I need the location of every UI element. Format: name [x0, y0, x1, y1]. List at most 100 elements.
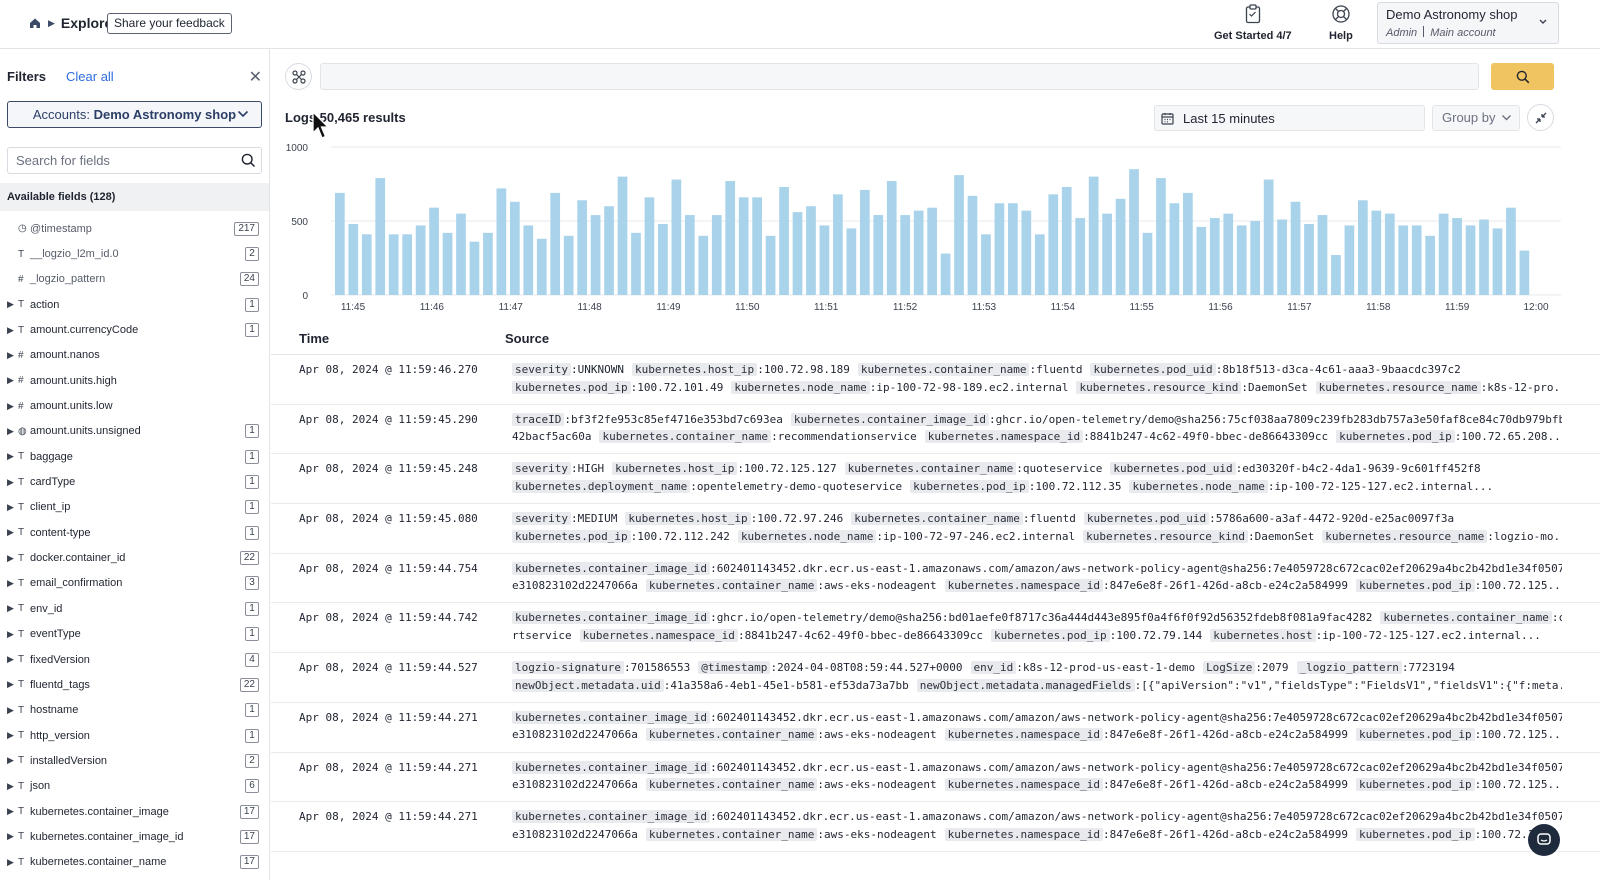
log-field-key[interactable]: kubernetes.pod_ip — [1336, 430, 1455, 444]
log-field-key[interactable]: kubernetes.node_name — [737, 529, 877, 543]
log-field-key[interactable]: kubernetes.container_name — [645, 827, 818, 841]
log-field-key[interactable]: severity — [512, 462, 571, 476]
field-item[interactable]: ▶ Tdocker.container_id 22 — [0, 545, 269, 570]
log-field-key[interactable]: kubernetes.container_name — [857, 363, 1030, 376]
log-field-key[interactable]: @timestamp — [698, 661, 771, 675]
log-field-key[interactable]: kubernetes.pod_uid — [1110, 462, 1236, 476]
log-field-key[interactable]: kubernetes.namespace_id — [924, 430, 1084, 444]
log-row[interactable]: Apr 08, 2024 @ 11:59:44.271 kubernetes.co… — [271, 802, 1600, 852]
log-field-key[interactable]: kubernetes.resource_name — [1315, 380, 1481, 394]
field-item[interactable]: ▶ TeventType 1 — [0, 622, 269, 647]
log-field-key[interactable]: newObject.metadata.uid — [512, 678, 664, 692]
log-row[interactable]: Apr 08, 2024 @ 11:59:44.527 logzio-signat… — [271, 653, 1600, 703]
field-item[interactable]: ▶ # amount.units.high — [0, 368, 269, 393]
field-item[interactable]: ▶ Temail_confirmation 3 — [0, 571, 269, 596]
log-row[interactable]: Apr 08, 2024 @ 11:59:44.271 kubernetes.co… — [271, 753, 1600, 803]
expand-icon[interactable]: ▶ — [7, 401, 14, 412]
accounts-dropdown[interactable]: Accounts: Demo Astronomy shop — [7, 101, 262, 128]
collapse-chart-button[interactable] — [1527, 104, 1554, 131]
field-item[interactable]: ▶ Tkubernetes.container_image 17 — [0, 799, 269, 824]
field-item[interactable]: ▶ Tclient_ip 1 — [0, 495, 269, 520]
field-item[interactable]: ▶ Tjson 6 — [0, 774, 269, 799]
get-started-button[interactable]: Get Started 4/7 — [1214, 4, 1292, 42]
log-field-key[interactable]: severity — [512, 512, 571, 526]
expand-icon[interactable]: ▶ — [7, 451, 14, 462]
expand-icon[interactable]: ▶ — [7, 603, 14, 614]
field-item[interactable]: ▶ TcardType 1 — [0, 469, 269, 494]
log-field-key[interactable]: kubernetes.pod_ip — [1356, 728, 1475, 742]
expand-icon[interactable]: ▶ — [7, 679, 14, 690]
log-field-key[interactable]: kubernetes.container_name — [645, 579, 818, 593]
log-field-key[interactable]: kubernetes.namespace_id — [944, 778, 1103, 791]
log-field-key[interactable]: severity — [512, 363, 571, 376]
expand-icon[interactable]: ▶ — [7, 578, 14, 589]
log-field-key[interactable]: kubernetes.deployment_name — [512, 479, 691, 493]
log-field-key[interactable]: kubernetes.pod_ip — [512, 380, 631, 394]
log-field-key[interactable]: traceID — [512, 412, 565, 426]
log-field-key[interactable]: kubernetes.namespace_id — [944, 728, 1103, 742]
field-item[interactable]: ▶ Tcontent-type 1 — [0, 520, 269, 545]
run-search-button[interactable] — [1491, 63, 1554, 90]
log-field-key[interactable]: kubernetes.resource_kind — [1083, 529, 1249, 543]
log-field-key[interactable]: kubernetes.container_image_id — [512, 611, 711, 625]
group-by-dropdown[interactable]: Group by — [1432, 105, 1520, 131]
time-range-picker[interactable]: Last 15 minutes — [1154, 105, 1425, 131]
log-field-key[interactable]: _logzio_pattern — [1296, 661, 1402, 675]
field-item[interactable]: ◷ @timestamp 217 — [0, 216, 269, 241]
expand-icon[interactable]: ▶ — [7, 629, 14, 640]
log-field-key[interactable]: kubernetes.pod_ip — [910, 479, 1029, 493]
log-field-key[interactable]: kubernetes.node_name — [731, 380, 870, 394]
log-field-key[interactable]: kubernetes.container_name — [645, 778, 818, 791]
field-item[interactable]: ▶ ◍ amount.units.unsigned 1 — [0, 419, 269, 444]
log-field-key[interactable]: kubernetes.container_name — [599, 430, 772, 444]
expand-icon[interactable]: ▶ — [7, 502, 14, 513]
log-row[interactable]: Apr 08, 2024 @ 11:59:44.754 kubernetes.co… — [271, 554, 1600, 604]
log-field-key[interactable]: newObject.metadata.managedFields — [916, 678, 1135, 692]
chat-support-button[interactable] — [1528, 824, 1560, 856]
log-field-key[interactable]: kubernetes.host — [1210, 628, 1316, 642]
expand-icon[interactable]: ▶ — [7, 806, 14, 817]
clear-all-link[interactable]: Clear all — [66, 69, 114, 84]
expand-icon[interactable]: ▶ — [7, 654, 14, 665]
expand-icon[interactable]: ▶ — [7, 553, 14, 564]
expand-icon[interactable]: ▶ — [7, 730, 14, 741]
log-row[interactable]: Apr 08, 2024 @ 11:59:45.290 traceID:bf3f2… — [271, 405, 1600, 455]
log-field-key[interactable]: kubernetes.pod_ip — [1356, 579, 1475, 593]
expand-icon[interactable]: ▶ — [7, 755, 14, 766]
field-item[interactable]: ▶ TinstalledVersion 2 — [0, 748, 269, 773]
expand-icon[interactable]: ▶ — [7, 375, 14, 386]
log-field-key[interactable]: kubernetes.container_name — [851, 512, 1023, 526]
field-item[interactable]: T __logzio_l2m_id.0 2 — [0, 241, 269, 266]
query-builder-button[interactable] — [285, 63, 312, 90]
log-field-key[interactable]: kubernetes.container_image_id — [512, 561, 711, 575]
field-item[interactable]: ▶ # amount.units.low — [0, 393, 269, 418]
home-icon[interactable] — [28, 16, 42, 30]
log-field-key[interactable]: logzio-signature — [512, 661, 624, 675]
log-field-key[interactable]: kubernetes.pod_ip — [1356, 778, 1475, 791]
help-button[interactable]: Help — [1329, 4, 1353, 42]
field-search-input[interactable] — [7, 147, 262, 174]
field-item[interactable]: ▶ Tenv_id 1 — [0, 596, 269, 621]
field-item[interactable]: ▶ Tkubernetes.container_image_id 17 — [0, 824, 269, 849]
field-item[interactable]: ▶ Tbaggage 1 — [0, 444, 269, 469]
field-item[interactable]: ▶ Thttp_version 1 — [0, 723, 269, 748]
field-item[interactable]: ▶ Tamount.currencyCode 1 — [0, 317, 269, 342]
log-field-key[interactable]: kubernetes.container_image_id — [512, 710, 711, 724]
log-field-key[interactable]: kubernetes.pod_ip — [990, 628, 1110, 642]
expand-icon[interactable]: ▶ — [7, 705, 14, 716]
log-field-key[interactable]: kubernetes.pod_uid — [1090, 363, 1216, 376]
column-source[interactable]: Source — [505, 331, 549, 346]
column-time[interactable]: Time — [299, 331, 329, 346]
expand-icon[interactable]: ▶ — [7, 781, 14, 792]
log-field-key[interactable]: kubernetes.resource_name — [1322, 529, 1488, 543]
field-item[interactable]: ▶ # amount.nanos — [0, 343, 269, 368]
log-field-key[interactable]: env_id — [970, 661, 1017, 675]
log-field-key[interactable]: kubernetes.pod_ip — [512, 529, 631, 543]
expand-icon[interactable]: ▶ — [7, 299, 14, 310]
close-icon[interactable]: ✕ — [249, 67, 262, 87]
log-field-key[interactable]: kubernetes.host_ip — [631, 363, 758, 376]
field-item[interactable]: ▶ TfixedVersion 4 — [0, 647, 269, 672]
log-field-key[interactable]: kubernetes.container_name — [1380, 611, 1552, 625]
log-field-key[interactable]: LogSize — [1203, 661, 1256, 675]
log-row[interactable]: Apr 08, 2024 @ 11:59:45.248 severity:HIGH… — [271, 454, 1600, 505]
